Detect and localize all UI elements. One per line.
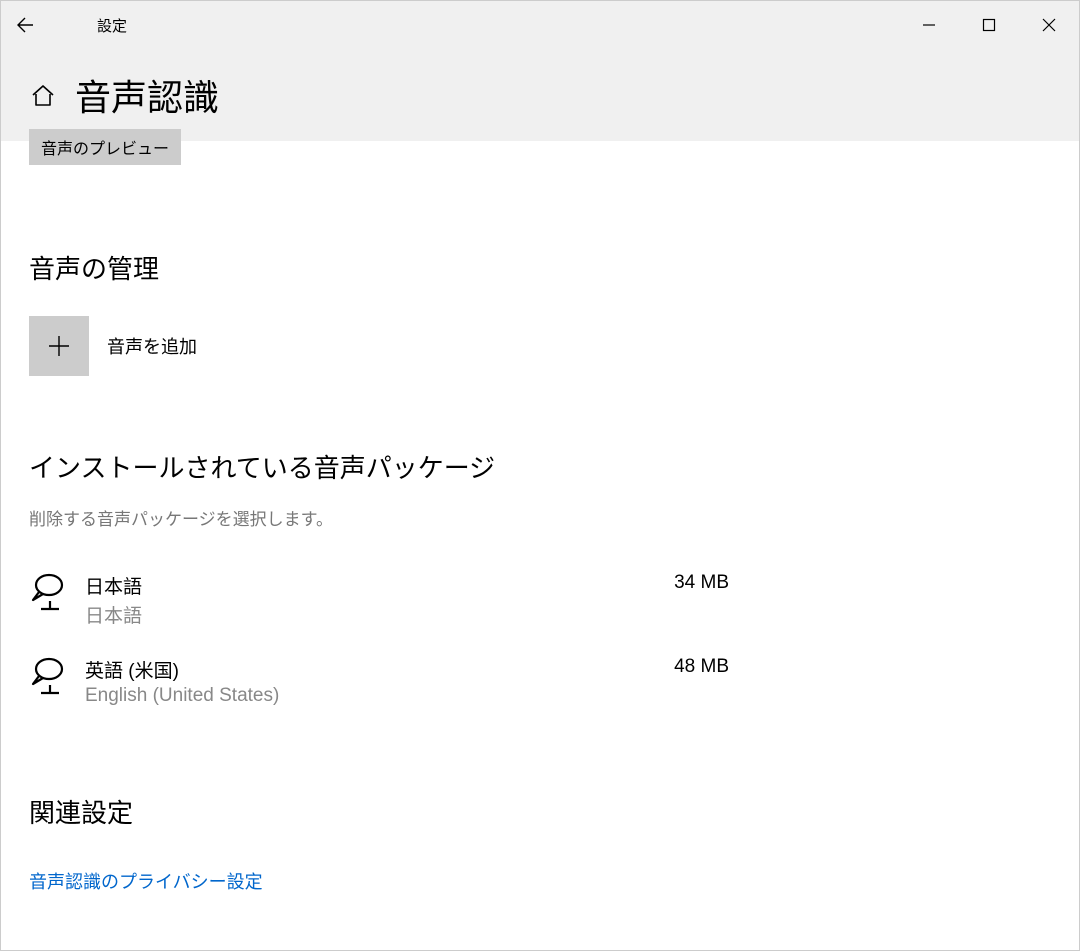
voice-package-item[interactable]: 英語 (米国) English (United States) 48 MB (29, 642, 729, 721)
privacy-settings-link[interactable]: 音声認識のプライバシー設定 (29, 868, 263, 894)
home-button[interactable] (29, 81, 57, 109)
app-title: 設定 (97, 15, 127, 36)
section-heading-installed: インストールされている音声パッケージ (29, 448, 1051, 485)
add-voice-button[interactable]: 音声を追加 (29, 316, 1051, 376)
back-button[interactable] (1, 1, 49, 49)
voice-package-list: 日本語 日本語 34 MB 英語 (米国) English (United St… (29, 558, 1051, 721)
section-heading-related: 関連設定 (29, 793, 1051, 830)
section-heading-manage: 音声の管理 (29, 249, 1051, 286)
package-sub: 日本語 (85, 601, 609, 628)
minimize-icon (922, 18, 936, 32)
maximize-button[interactable] (959, 1, 1019, 49)
plus-icon (46, 333, 72, 359)
package-name: 英語 (米国) (85, 656, 609, 683)
package-size: 48 MB (609, 656, 729, 678)
speech-icon (29, 656, 85, 698)
page-title: 音声認識 (75, 69, 219, 121)
voice-package-item[interactable]: 日本語 日本語 34 MB (29, 558, 729, 642)
package-sub: English (United States) (85, 685, 609, 707)
maximize-icon (982, 18, 996, 32)
titlebar: 設定 (1, 1, 1079, 49)
page-header: 音声認識 (1, 49, 1079, 141)
window-controls (899, 1, 1079, 49)
close-icon (1042, 18, 1056, 32)
home-icon (30, 82, 56, 108)
arrow-left-icon (16, 16, 34, 34)
installed-subtext: 削除する音声パッケージを選択します。 (29, 505, 1051, 530)
content-area: 音声のプレビュー 音声の管理 音声を追加 インストールされている音声パッケージ … (1, 141, 1079, 922)
voice-preview-button[interactable]: 音声のプレビュー (29, 129, 181, 165)
add-voice-label: 音声を追加 (107, 333, 197, 359)
package-size: 34 MB (609, 572, 729, 594)
minimize-button[interactable] (899, 1, 959, 49)
add-tile (29, 316, 89, 376)
speech-icon (29, 572, 85, 614)
package-name: 日本語 (85, 572, 609, 599)
close-button[interactable] (1019, 1, 1079, 49)
